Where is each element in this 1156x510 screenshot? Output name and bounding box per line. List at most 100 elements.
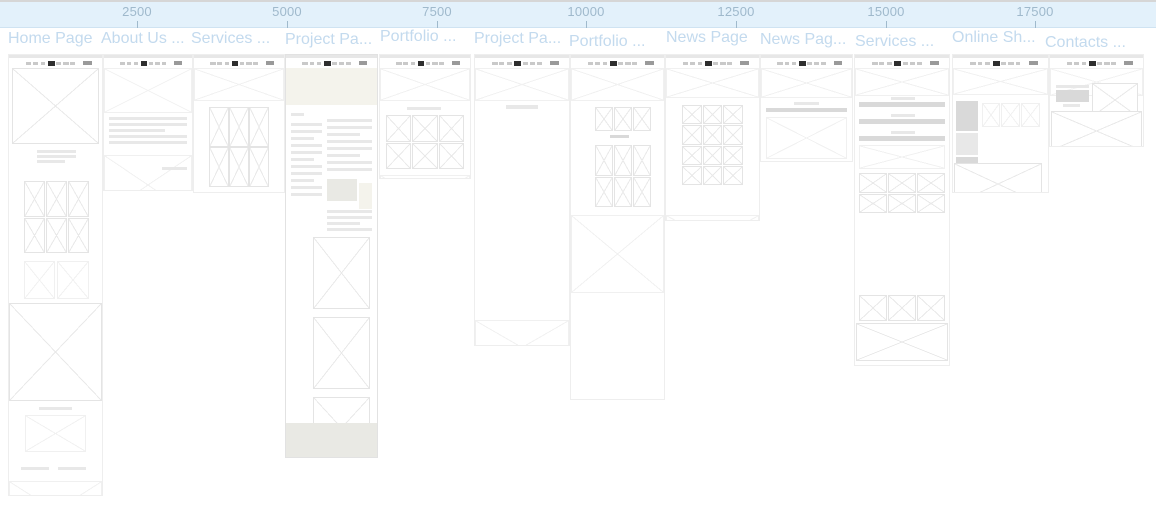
service-image-placeholder <box>887 295 917 321</box>
horizontal-ruler[interactable]: 2500 5000 7500 10000 12500 15000 17500 <box>0 0 1156 28</box>
thumbnail-nav-item <box>126 62 132 65</box>
portfolio-image-placeholder <box>633 145 651 176</box>
thumbnail-nav-cta-button <box>645 61 654 65</box>
thumbnail-nav-item <box>1001 62 1007 65</box>
inline-photo <box>358 183 373 209</box>
footer-text-line <box>58 467 87 470</box>
sitemap-canvas[interactable] <box>0 54 1156 510</box>
full-width-image-placeholder <box>571 215 664 293</box>
sidebar-text-line <box>291 165 323 168</box>
section-title <box>291 113 305 116</box>
thumbnail-nav-cta-button <box>550 61 559 65</box>
page-label-contacts-page[interactable]: Contacts ... <box>1045 34 1126 52</box>
thumbnail-nav-item <box>439 62 444 65</box>
page-label-portfolio-page-1[interactable]: Portfolio ... <box>380 28 456 46</box>
thumbnail-nav-item <box>727 62 733 65</box>
thumbnail-logo-icon <box>799 61 806 66</box>
portfolio-image-placeholder <box>633 176 651 207</box>
thumbnail-top-rule <box>380 55 470 58</box>
page-thumbnail-project-page-2[interactable] <box>474 54 570 346</box>
thumbnail-top-rule <box>855 55 949 58</box>
hero-image-placeholder <box>380 68 470 101</box>
sidebar-text-line <box>291 158 314 161</box>
thumbnail-nav-item <box>506 62 512 65</box>
page-thumbnail-portfolio-page-1[interactable] <box>379 54 471 179</box>
project-image-placeholder <box>313 317 370 389</box>
page-label-services-page-2[interactable]: Services ... <box>855 33 934 51</box>
caption-text-line <box>162 167 187 170</box>
thumbnail-nav-item <box>595 62 600 65</box>
article-image-placeholder <box>766 117 847 159</box>
page-label-portfolio-page-2[interactable]: Portfolio ... <box>569 33 645 51</box>
news-thumb-placeholder <box>702 165 723 185</box>
service-image-placeholder <box>858 193 887 213</box>
news-thumb-placeholder <box>702 145 723 165</box>
thumbnail-top-rule <box>475 55 569 58</box>
thumbnail-navbar <box>666 59 759 68</box>
page-label-project-page-1[interactable]: Project Pa... <box>285 31 372 49</box>
portfolio-image-placeholder <box>614 107 633 131</box>
service-image-placeholder <box>887 193 917 213</box>
hero-image-placeholder <box>194 68 284 101</box>
page-thumbnail-services-page[interactable] <box>193 54 285 193</box>
portfolio-image-placeholder <box>386 142 412 169</box>
page-label-home-page[interactable]: Home Page <box>8 30 93 48</box>
sidebar-text-line <box>291 137 314 140</box>
thumbnail-nav-cta-button <box>1029 61 1038 65</box>
thumbnail-nav-item <box>403 62 408 65</box>
thumbnail-nav-item <box>410 62 416 65</box>
news-thumb-placeholder <box>702 105 723 125</box>
footer-image-placeholder <box>855 323 949 361</box>
thumbnail-nav-item <box>1103 62 1110 65</box>
page-thumbnail-online-shop-page[interactable] <box>952 54 1049 193</box>
body-text-line <box>109 135 187 138</box>
thumbnail-nav-item <box>807 62 812 65</box>
hero-image-placeholder <box>855 68 949 96</box>
page-thumbnail-project-page-1[interactable] <box>285 54 378 458</box>
page-thumbnail-home-page[interactable] <box>8 54 103 496</box>
page-thumbnail-portfolio-page-2[interactable] <box>570 54 665 400</box>
ruler-tick-mark <box>585 21 587 28</box>
news-thumb-placeholder <box>681 125 702 145</box>
thumbnail-nav-item <box>624 62 631 65</box>
ruler-tick-mark <box>286 21 288 28</box>
page-thumbnail-contacts-page[interactable] <box>1049 54 1144 147</box>
page-thumbnail-news-page-1[interactable] <box>665 54 760 221</box>
page-thumbnail-news-page-2[interactable] <box>760 54 853 162</box>
ruler-tick-label: 2500 <box>122 4 152 19</box>
thumbnail-nav-item <box>62 62 69 65</box>
portfolio-image-placeholder <box>412 142 438 169</box>
page-label-online-shop-page[interactable]: Online Sh... <box>952 29 1036 47</box>
gallery-image-placeholder <box>23 217 45 253</box>
caption-text-line <box>610 135 629 138</box>
heading-text-line <box>36 155 76 158</box>
thumbnail-nav-item <box>162 62 167 65</box>
sidebar-text-line <box>291 172 323 175</box>
page-label-news-page-1[interactable]: News Page <box>666 29 748 47</box>
body-text-line <box>326 147 373 150</box>
thumbnail-nav-item <box>1111 62 1117 65</box>
page-thumbnail-about-us-page[interactable] <box>103 54 193 191</box>
page-label-project-page-2[interactable]: Project Pa... <box>474 30 561 48</box>
gallery-image-placeholder <box>67 217 89 253</box>
sidebar-text-line <box>291 186 323 189</box>
footer-image-placeholder <box>9 481 102 495</box>
heading-text-line <box>36 150 76 153</box>
footer-photo <box>286 423 377 457</box>
portfolio-image-placeholder <box>595 176 614 207</box>
form-field-block <box>1055 90 1090 102</box>
heading-text-line <box>1055 85 1090 88</box>
sidebar-text-line <box>291 123 323 126</box>
thumbnail-nav-item <box>697 62 703 65</box>
feature-image-placeholder <box>23 261 56 299</box>
thumbnail-nav-item <box>309 62 315 65</box>
service-image-placeholder <box>229 147 249 187</box>
thumbnail-nav-item <box>155 62 161 65</box>
page-thumbnail-services-page-2[interactable] <box>854 54 950 366</box>
page-label-services-page[interactable]: Services ... <box>191 30 270 48</box>
thumbnail-nav-item <box>425 62 431 65</box>
page-label-news-page-2[interactable]: News Pag... <box>760 31 846 49</box>
bottom-image-placeholder <box>475 320 569 345</box>
page-label-about-us-page[interactable]: About Us ... <box>101 30 185 48</box>
thumbnail-nav-item <box>682 62 689 65</box>
